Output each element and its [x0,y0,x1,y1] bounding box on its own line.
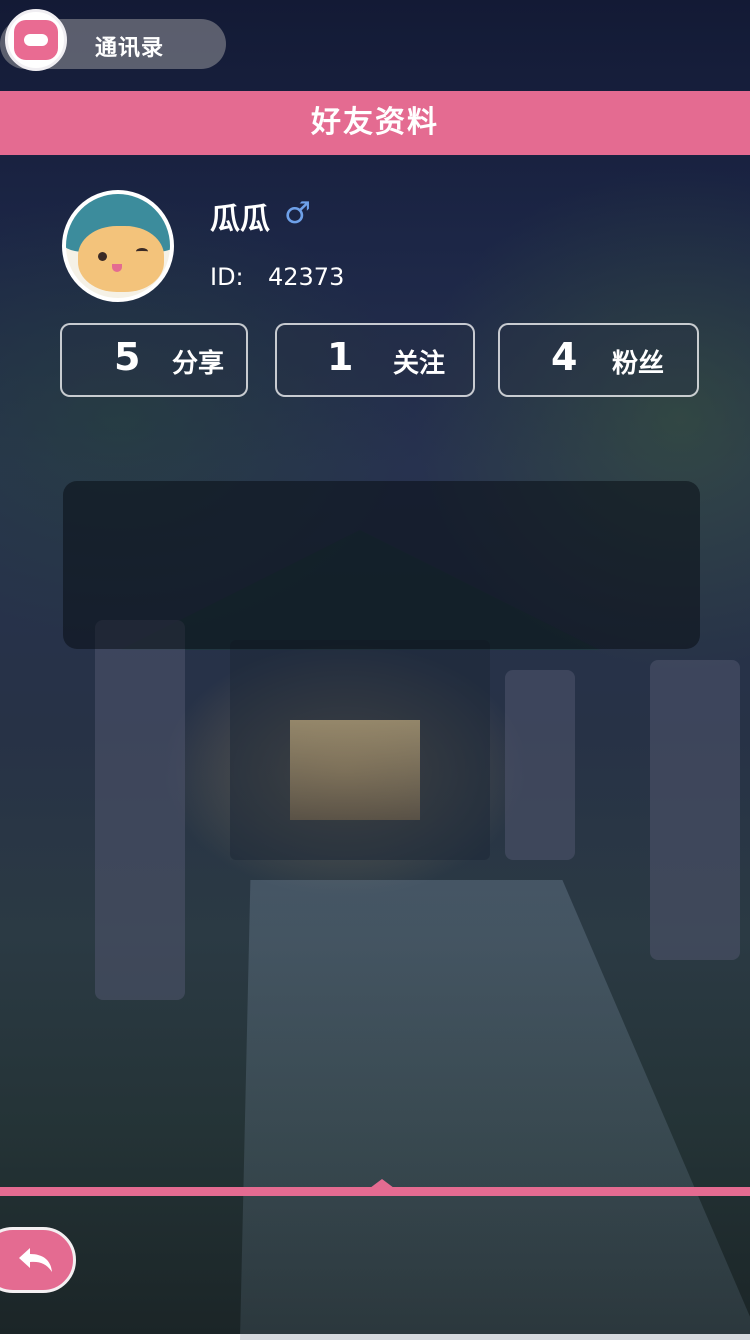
male-gender-icon: ♂ [284,196,311,231]
page-title: 好友资料 [311,105,439,140]
stat-label: 粉丝 [612,349,665,379]
stat-count: 1 [327,335,354,379]
cat-avatar-icon [62,190,174,302]
stat-following[interactable]: 1 关注 [275,323,475,397]
contacts-label[interactable]: 通讯录 [95,30,164,62]
stone-lantern [505,670,575,860]
username: 瓜瓜 [210,202,270,237]
divider-notch [370,1179,394,1188]
stone-lantern [650,660,740,960]
id-value: 42373 [268,263,345,291]
stat-label: 关注 [393,349,446,379]
stat-followers[interactable]: 4 粉丝 [498,323,699,397]
back-button[interactable] [0,1227,76,1293]
bottom-divider [0,1187,750,1196]
contacts-icon[interactable] [5,9,67,71]
stat-count: 4 [551,335,578,379]
shrine-door [290,720,420,820]
stat-count: 5 [114,335,141,379]
stat-shares[interactable]: 5 分享 [60,323,248,397]
bio-box [63,481,700,649]
stat-label: 分享 [172,349,225,379]
id-label: ID: [210,263,244,291]
stone-lantern [95,620,185,1000]
back-arrow-icon [19,1248,52,1272]
